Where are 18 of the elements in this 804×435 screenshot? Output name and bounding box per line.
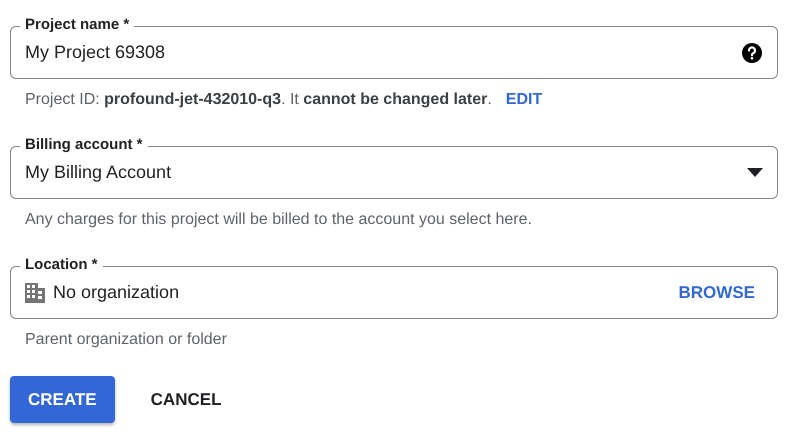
helper-text: Any charges for this project will be billed to the account you select here. — [25, 210, 532, 230]
help-icon[interactable] — [741, 42, 763, 64]
field-value: No organization — [53, 282, 180, 303]
field-label: Project name * — [20, 16, 134, 34]
helper-text: Project ID: profound-jet-432010-q3. It cannot be changed later. — [25, 90, 492, 110]
edit-link[interactable]: EDIT — [506, 90, 542, 110]
select-field[interactable]: Billing account * My Billing Account — [10, 136, 778, 199]
dropdown-caret-icon[interactable] — [747, 168, 763, 177]
building-icon — [25, 282, 45, 302]
cancel-button[interactable]: CANCEL — [132, 376, 240, 423]
create-button[interactable]: CREATE — [10, 376, 115, 423]
helper-text: Parent organization or folder — [25, 330, 227, 350]
input-field[interactable]: Project name * My Project 69308 — [10, 16, 778, 79]
browse-link[interactable]: BROWSE — [678, 282, 755, 302]
field-value: My Project 69308 — [25, 42, 166, 63]
input-field[interactable]: Location * No organization BROWSE — [10, 256, 778, 319]
field-label: Billing account * — [20, 136, 148, 154]
field-value: My Billing Account — [25, 162, 172, 183]
